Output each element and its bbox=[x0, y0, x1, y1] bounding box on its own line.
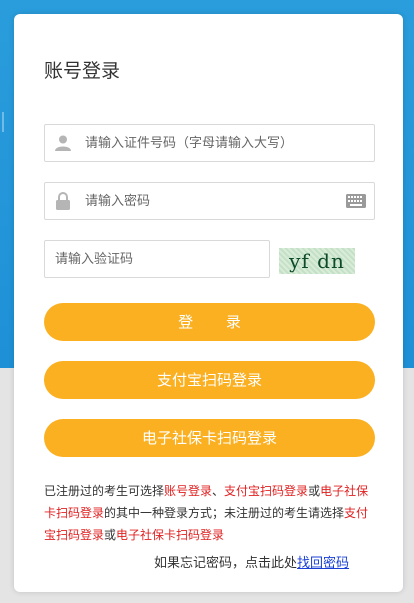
notice-highlight: 电子社保卡扫码登录 bbox=[116, 528, 225, 542]
social-card-qr-login-button[interactable]: 电子社保卡扫码登录 bbox=[44, 419, 375, 457]
lock-icon bbox=[45, 183, 81, 219]
login-card: 账号登录 请输入证件号码（字母请输入大写） 请输入验证码 yf dn 登 录 支… bbox=[14, 14, 403, 592]
id-number-field[interactable] bbox=[44, 124, 375, 162]
background-decoration bbox=[0, 112, 4, 132]
notice-text: 或 bbox=[308, 484, 321, 498]
keyboard-icon[interactable] bbox=[342, 183, 370, 219]
password-input[interactable] bbox=[81, 186, 342, 216]
password-field[interactable] bbox=[44, 182, 375, 220]
notice-text: 的其中一种登录方式；未注册过的考生请选择 bbox=[104, 506, 345, 520]
id-number-input[interactable] bbox=[81, 128, 374, 158]
forgot-password-prefix: 如果忘记密码，点击此处 bbox=[154, 556, 298, 571]
recover-password-link[interactable]: 找回密码 bbox=[297, 556, 349, 571]
notice-text: 已注册过的考生可选择 bbox=[44, 484, 165, 498]
notice-text: 或 bbox=[104, 528, 117, 542]
login-button[interactable]: 登 录 bbox=[44, 303, 375, 341]
captcha-image[interactable]: yf dn bbox=[279, 248, 355, 274]
login-title: 账号登录 bbox=[44, 60, 121, 82]
captcha-field[interactable] bbox=[44, 240, 270, 278]
alipay-qr-login-button[interactable]: 支付宝扫码登录 bbox=[44, 361, 375, 399]
user-icon bbox=[45, 125, 81, 161]
login-notice: 已注册过的考生可选择账号登录、支付宝扫码登录或电子社保卡扫码登录的其中一种登录方… bbox=[44, 480, 372, 546]
forgot-password-line: 如果忘记密码，点击此处找回密码 bbox=[154, 552, 349, 571]
captcha-input[interactable] bbox=[45, 244, 269, 274]
notice-highlight: 支付宝扫码登录 bbox=[224, 484, 309, 498]
notice-text: 、 bbox=[212, 484, 225, 498]
notice-highlight: 账号登录 bbox=[164, 484, 213, 498]
